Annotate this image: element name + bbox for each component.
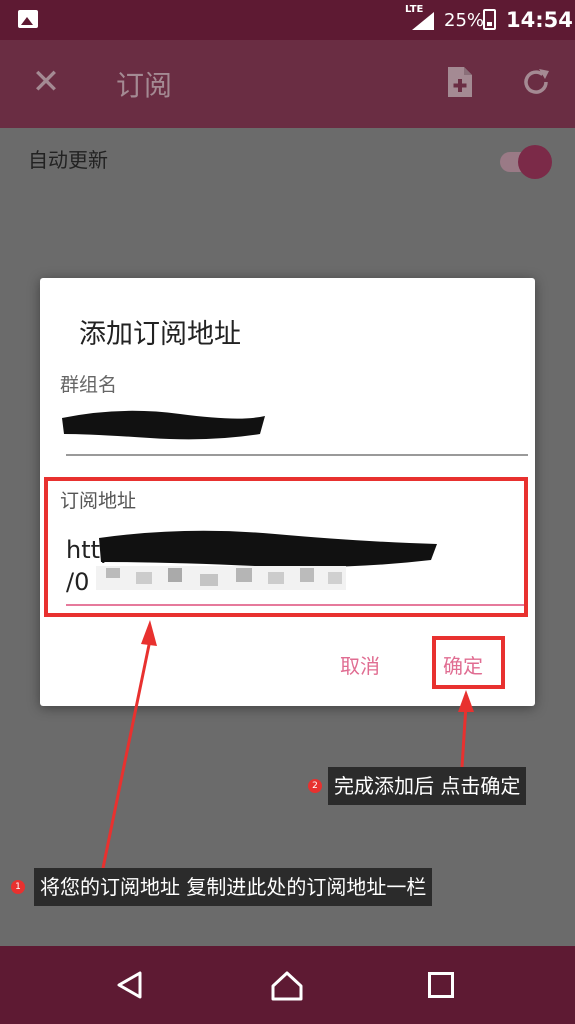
step-1-badge: 1	[11, 880, 25, 894]
home-icon[interactable]	[270, 970, 304, 1002]
step-2-badge: 2	[308, 779, 322, 793]
navigation-bar	[0, 946, 575, 1024]
step-1-caption: 将您的订阅地址 复制进此处的订阅地址一栏	[34, 868, 433, 906]
recent-apps-icon[interactable]	[428, 972, 454, 998]
step-2-caption: 完成添加后 点击确定	[328, 767, 527, 805]
back-icon[interactable]	[115, 970, 145, 1000]
